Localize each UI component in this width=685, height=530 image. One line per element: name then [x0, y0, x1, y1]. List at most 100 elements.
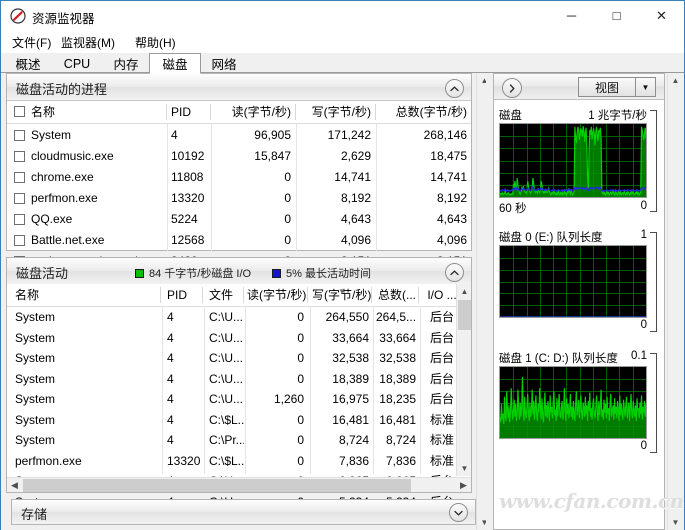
- cell-read: 1,260: [247, 389, 308, 410]
- col-header-total[interactable]: 总数(...: [376, 284, 419, 306]
- table-row[interactable]: System4C:\U...1,26016,97518,235后台: [7, 389, 456, 410]
- cell-name: Battle.net.exe: [31, 230, 166, 251]
- col-header-write[interactable]: 写(字节/秒): [300, 101, 376, 123]
- chevron-up-icon[interactable]: [445, 263, 464, 282]
- table-row[interactable]: System4C:\U...0264,550264,5...后台: [7, 307, 456, 328]
- scroll-down-arrow-icon[interactable]: ▼: [457, 461, 472, 476]
- legend-swatch-green: [135, 269, 144, 278]
- cell-read: 0: [215, 188, 296, 209]
- table-row[interactable]: System4C:\U...033,66433,664后台: [7, 328, 456, 349]
- row-checkbox[interactable]: [14, 130, 25, 141]
- row-checkbox[interactable]: [14, 151, 25, 162]
- table-row[interactable]: perfmon.exe13320C:\$L...07,8367,836标准: [7, 451, 456, 472]
- graph-disk0-plot: [499, 245, 647, 318]
- graph-disk-plot: [499, 123, 647, 198]
- cell-name: System: [15, 410, 161, 431]
- scroll-left-arrow-icon[interactable]: ◀: [7, 478, 22, 493]
- menu-monitor[interactable]: 监视器(M): [58, 34, 118, 51]
- triangle-down-icon[interactable]: ▼: [635, 78, 655, 96]
- resource-monitor-window: 资源监视器 ─ □ ✕ 文件(F) 监视器(M) 帮助(H) 概述 CPU 内存…: [0, 0, 685, 530]
- col-header-pid[interactable]: PID: [171, 101, 211, 123]
- col-divider: [418, 287, 419, 303]
- activity-hscroll-thumb[interactable]: [23, 479, 411, 492]
- scroll-right-arrow-icon[interactable]: ▶: [456, 478, 471, 493]
- caret-down-icon[interactable]: ▼: [668, 515, 683, 530]
- activity-scroll-thumb[interactable]: [458, 300, 471, 330]
- table-row[interactable]: System496,905171,242268,146: [7, 125, 471, 146]
- maximize-button[interactable]: □: [594, 1, 639, 30]
- cell-name: cloudmusic.exe: [31, 146, 166, 167]
- cell-write: 8,192: [300, 188, 376, 209]
- col-header-read[interactable]: ▼ 读(字节/秒): [215, 101, 296, 123]
- chevron-right-icon[interactable]: [502, 78, 522, 98]
- table-row[interactable]: cloudmusic.exe1019215,8472,62918,475: [7, 146, 471, 167]
- col-header-name[interactable]: 名称: [31, 101, 167, 123]
- title-bar: 资源监视器 ─ □ ✕: [1, 1, 684, 31]
- table-row[interactable]: QQ.exe522404,6434,643: [7, 209, 471, 230]
- minimize-button[interactable]: ─: [549, 1, 594, 30]
- cell-name: perfmon.exe: [31, 188, 166, 209]
- tab-memory[interactable]: 内存: [103, 53, 149, 73]
- select-all-checkbox[interactable]: [14, 106, 25, 117]
- close-button[interactable]: ✕: [639, 1, 684, 30]
- table-row[interactable]: perfmon.exe1332008,1928,192: [7, 188, 471, 209]
- cell-write: 171,242: [300, 125, 376, 146]
- graph-disk0-max: 1: [641, 229, 647, 241]
- scroll-up-arrow-icon[interactable]: ▲: [477, 73, 486, 88]
- tab-network[interactable]: 网络: [201, 53, 247, 73]
- tab-disk[interactable]: 磁盘: [149, 53, 201, 74]
- cell-pid: 4: [167, 410, 203, 431]
- chevron-down-icon[interactable]: [449, 503, 468, 522]
- cell-read: 15,847: [215, 146, 296, 167]
- cell-pid: 4: [167, 348, 203, 369]
- graph-disk-max: 1 兆字节/秒: [588, 107, 647, 123]
- row-checkbox[interactable]: [14, 214, 25, 225]
- left-pane-vertical-scrollbar[interactable]: ▲ ▼: [476, 73, 486, 530]
- cell-total: 16,481: [376, 410, 419, 431]
- menu-file[interactable]: 文件(F): [9, 34, 54, 51]
- graph-disk0-scale-bracket: [650, 232, 657, 332]
- table-row[interactable]: System4C:\$L...016,48116,481标准: [7, 410, 456, 431]
- cell-total: 4,096: [380, 230, 472, 251]
- sort-indicator-icon: ▼: [338, 284, 346, 303]
- cell-read: 96,905: [215, 125, 296, 146]
- cell-read: 0: [215, 209, 296, 230]
- disk-processes-table-header: 名称 PID ▼ 读(字节/秒) 写(字节/秒): [7, 101, 471, 124]
- table-row[interactable]: chrome.exe11808014,74114,741: [7, 167, 471, 188]
- sort-indicator-icon: ▼: [252, 101, 260, 120]
- row-checkbox[interactable]: [14, 193, 25, 204]
- col-header-pid[interactable]: PID: [167, 284, 203, 306]
- col-header-name[interactable]: 名称: [15, 284, 161, 306]
- table-row[interactable]: System4C:\U...032,53832,538后台: [7, 348, 456, 369]
- table-row[interactable]: Battle.net.exe1256804,0964,096: [7, 230, 471, 251]
- tab-overview[interactable]: 概述: [5, 53, 51, 73]
- cell-file: C:\U...: [209, 328, 244, 349]
- table-row[interactable]: System4C:\Pr...08,7248,724标准: [7, 430, 456, 451]
- cell-pid: 4: [167, 307, 203, 328]
- activity-horizontal-scrollbar[interactable]: ◀ ▶: [7, 477, 471, 492]
- tab-cpu[interactable]: CPU: [51, 53, 103, 73]
- storage-header[interactable]: 存储: [12, 500, 475, 524]
- scroll-down-arrow-icon[interactable]: ▼: [477, 515, 486, 530]
- graphs-pane-scrollbar[interactable]: ▲ ▼: [667, 73, 682, 530]
- disk-activity-title: 磁盘活动: [16, 263, 68, 282]
- cell-total: 18,389: [376, 369, 419, 390]
- row-checkbox[interactable]: [14, 172, 25, 183]
- chevron-up-icon[interactable]: [445, 79, 464, 98]
- cell-pid: 4: [167, 369, 203, 390]
- col-divider: [371, 287, 372, 303]
- col-header-read[interactable]: 读(字节/秒): [247, 284, 308, 306]
- col-header-write[interactable]: ▼ 写(字节/秒): [312, 284, 372, 306]
- caret-up-icon[interactable]: ▲: [668, 73, 683, 88]
- table-row[interactable]: System4C:\U...018,38918,389后台: [7, 369, 456, 390]
- row-checkbox[interactable]: [14, 235, 25, 246]
- activity-vertical-scrollbar[interactable]: ▲ ▼: [456, 284, 471, 476]
- col-header-total[interactable]: 总数(字节/秒): [380, 101, 472, 123]
- view-dropdown-button[interactable]: 视图 ▼: [578, 77, 656, 97]
- col-divider: [295, 104, 296, 120]
- menu-help[interactable]: 帮助(H): [132, 34, 179, 51]
- disk-processes-panel: 磁盘活动的进程 名称 PID: [6, 73, 472, 251]
- col-header-file[interactable]: 文件: [209, 284, 244, 306]
- scroll-up-arrow-icon[interactable]: ▲: [457, 284, 472, 299]
- cell-pid: 4: [167, 328, 203, 349]
